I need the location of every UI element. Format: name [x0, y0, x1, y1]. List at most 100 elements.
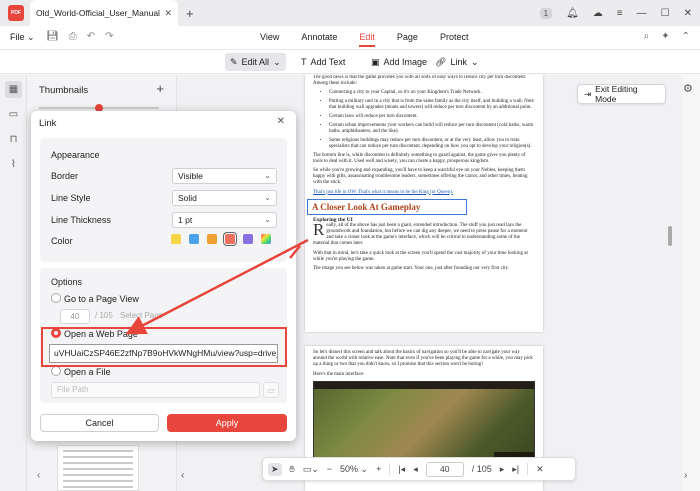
select-cursor-icon[interactable]: ➤ — [268, 462, 282, 476]
file-path-input[interactable]: File Path — [51, 382, 260, 398]
expand-icon[interactable]: ⌃ — [682, 31, 690, 42]
zoom-out-icon[interactable]: − — [327, 464, 332, 474]
zoom-level-value: 50% — [340, 463, 359, 474]
border-value: Visible — [178, 171, 203, 181]
menu-icon[interactable]: ≡ — [617, 8, 623, 19]
ai-icon[interactable]: ✦ — [661, 31, 669, 42]
search-icon[interactable]: ⌕ — [644, 31, 650, 42]
add-page-icon[interactable]: + — [156, 81, 164, 96]
goto-page-radio[interactable] — [51, 293, 61, 303]
goto-page-total: / 105 — [95, 311, 113, 320]
color-swatch-blue[interactable] — [189, 234, 199, 244]
exit-icon: ⇥ — [584, 88, 592, 99]
add-image-label: Add Image — [383, 57, 428, 67]
properties-panel-icon[interactable]: ⚙︎ — [683, 82, 693, 95]
chevron-down-icon: ⌄ — [264, 171, 271, 180]
undo-icon[interactable]: ↶ — [87, 31, 95, 42]
attachment-icon[interactable]: ⌇ — [5, 156, 22, 173]
page-thumbnail[interactable] — [57, 445, 139, 491]
link-label: Link — [450, 57, 467, 67]
edit-toolbar: ✎ Edit All ⌄ T Add Text ▣ Add Image 🔗︎ L… — [0, 50, 700, 74]
text-icon: T — [301, 57, 307, 67]
first-page-icon[interactable]: |◂ — [398, 464, 405, 475]
line-thickness-select[interactable]: 1 pt ⌄ — [172, 212, 277, 228]
left-rail: ▦ ▭ ⊓ ⌇ — [0, 75, 27, 491]
add-text-button[interactable]: T Add Text — [296, 53, 350, 71]
zoom-in-icon[interactable]: + — [376, 464, 381, 474]
tab-edit[interactable]: Edit — [359, 32, 375, 47]
bookmark-icon[interactable]: ⊓ — [5, 131, 22, 148]
list-item: Connecting a city to your Capital, so it… — [329, 90, 535, 96]
comment-icon[interactable]: ▭ — [5, 106, 22, 123]
previous-page-icon[interactable]: ◂ — [413, 464, 418, 475]
add-text-label: Add Text — [310, 57, 346, 67]
new-tab-icon[interactable]: + — [186, 6, 194, 21]
zoom-level[interactable]: 50% ⌄ — [340, 464, 368, 475]
chevron-down-icon: ⌄ — [264, 193, 271, 202]
goto-page-input[interactable]: 40 — [60, 309, 90, 324]
document-tab[interactable]: Old_World-Official_User_Manual ✕ — [30, 0, 178, 26]
thumbnail-zoom-slider[interactable] — [39, 104, 159, 112]
close-bar-icon[interactable]: ✕ — [536, 464, 544, 475]
page-layout-icon[interactable]: ▭⌄ — [303, 464, 319, 475]
tab-annotate[interactable]: Annotate — [301, 32, 337, 47]
collapse-panel-icon[interactable]: ‹ — [37, 470, 40, 481]
window-controls: 1 🔔︎ ☁︎ ≡ — ☐ ✕ — [539, 0, 692, 26]
save-icon[interactable]: 💾︎ — [46, 31, 59, 42]
cancel-button[interactable]: Cancel — [40, 414, 159, 432]
minimize-icon[interactable]: — — [637, 8, 647, 19]
next-page-icon[interactable]: ▸ — [500, 464, 505, 475]
drop-cap: R — [313, 219, 325, 239]
cloud-icon[interactable]: ☁︎ — [593, 8, 603, 19]
apply-button[interactable]: Apply — [167, 414, 287, 432]
select-page-link[interactable]: Select Page — [120, 311, 163, 320]
link-area-box[interactable]: A Closer Look At Gameplay — [307, 198, 467, 215]
last-page-icon[interactable]: ▸| — [512, 464, 519, 475]
close-dialog-icon[interactable]: ✕ — [277, 116, 285, 127]
link-button[interactable]: 🔗︎ Link ⌄ — [430, 53, 484, 71]
previous-page-arrow-icon[interactable]: ‹ — [181, 470, 184, 481]
file-menu-label: File — [10, 32, 25, 42]
notification-count[interactable]: 1 — [539, 7, 553, 19]
edit-all-button[interactable]: ✎ Edit All ⌄ — [225, 53, 286, 71]
bell-icon[interactable]: 🔔︎ — [566, 8, 579, 19]
close-window-icon[interactable]: ✕ — [684, 8, 692, 19]
tab-view[interactable]: View — [260, 32, 279, 47]
tab-protect[interactable]: Protect — [440, 32, 469, 47]
edit-all-label: Edit All — [241, 57, 270, 67]
hand-tool-icon[interactable]: ✋︎ — [290, 464, 295, 475]
open-file-radio[interactable] — [51, 366, 61, 376]
line-thickness-value: 1 pt — [178, 215, 193, 225]
paragraph: So let's dissect this screen and talk ab… — [313, 350, 533, 368]
tab-page[interactable]: Page — [397, 32, 418, 47]
color-swatch-purple[interactable] — [243, 234, 253, 244]
border-label: Border — [51, 171, 79, 181]
title-bar: PDF Old_World-Official_User_Manual ✕ + 1… — [0, 0, 700, 26]
paragraph: Really, all of the above has just been a… — [313, 219, 535, 248]
color-swatch-red[interactable] — [223, 232, 237, 246]
color-picker-swatch[interactable] — [261, 234, 271, 244]
paragraph: The good news is that the game provides … — [313, 75, 527, 87]
file-menu[interactable]: File ⌄ — [10, 32, 35, 43]
add-image-button[interactable]: ▣ Add Image — [366, 53, 432, 71]
maximize-icon[interactable]: ☐ — [661, 8, 670, 19]
color-swatch-orange[interactable] — [207, 234, 217, 244]
next-page-arrow-icon[interactable]: › — [684, 470, 687, 481]
close-tab-icon[interactable]: ✕ — [164, 8, 172, 19]
exit-editing-button[interactable]: ⇥ Exit Editing Mode — [577, 84, 666, 104]
highlight-box — [41, 327, 287, 367]
open-file-label: Open a File — [64, 367, 111, 377]
redo-icon[interactable]: ↷ — [105, 31, 113, 42]
border-select[interactable]: Visible ⌄ — [172, 168, 277, 184]
thumbnails-icon[interactable]: ▦ — [5, 81, 22, 98]
print-icon[interactable]: ⎙ — [69, 31, 77, 42]
page-number-input[interactable]: 40 — [425, 461, 464, 477]
options-title: Options — [51, 277, 83, 287]
goto-page-label: Go to a Page View — [64, 294, 139, 304]
vertical-scrollbar[interactable] — [668, 226, 672, 246]
folder-icon[interactable]: ▭ — [263, 382, 279, 398]
color-swatch-yellow[interactable] — [171, 234, 181, 244]
linked-text[interactable]: That's just life in OW. That's what it m… — [313, 190, 535, 196]
line-style-select[interactable]: Solid ⌄ — [172, 190, 277, 206]
paragraph-text: eally, all of the above has just been a … — [313, 222, 528, 247]
